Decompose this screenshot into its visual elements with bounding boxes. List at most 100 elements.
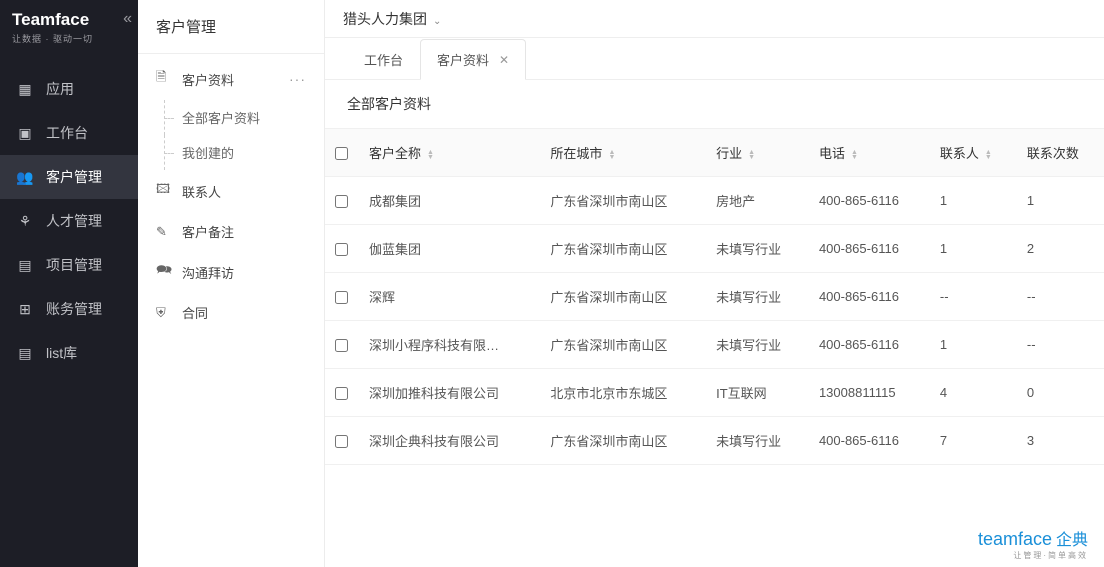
cell-city: 广东省深圳市南山区 — [540, 321, 706, 369]
header-bar: 猎头人力集团⌄ — [325, 0, 1104, 38]
tab-customer-data[interactable]: 客户资料✕ — [420, 39, 526, 80]
cell-count: 0 — [1017, 369, 1104, 417]
cell-count: 2 — [1017, 225, 1104, 273]
tab-bar: 工作台 客户资料✕ — [325, 38, 1104, 80]
col-count[interactable]: 联系次数 — [1017, 129, 1104, 177]
sort-icon: ▲▼ — [608, 150, 615, 160]
cell-contact: 1 — [930, 321, 1017, 369]
left-sidebar: Teamface 让数据 · 驱动一切 « ▦应用 ▣工作台 👥客户管理 ⚘人才… — [0, 0, 138, 567]
subnav-item-customer-data[interactable]: 🗎 客户资料 ··· — [138, 58, 324, 100]
cell-city: 广东省深圳市南山区 — [540, 273, 706, 321]
table-row[interactable]: 深辉广东省深圳市南山区未填写行业400-865-6116---- — [325, 273, 1104, 321]
cell-phone: 400-865-6116 — [809, 225, 930, 273]
cell-contact: 4 — [930, 369, 1017, 417]
row-checkbox[interactable] — [335, 291, 348, 304]
org-selector[interactable]: 猎头人力集团⌄ — [343, 9, 441, 29]
document-icon: 🗎 — [156, 68, 172, 90]
cell-name: 深圳小程序科技有限… — [359, 321, 540, 369]
shield-icon: ⛨ — [156, 305, 172, 321]
table-row[interactable]: 深圳企典科技有限公司广东省深圳市南山区未填写行业400-865-611673 — [325, 417, 1104, 465]
main-nav: ▦应用 ▣工作台 👥客户管理 ⚘人才管理 ▤项目管理 ⊞账务管理 ▤list库 — [0, 53, 138, 567]
cell-name: 深辉 — [359, 273, 540, 321]
list-icon: ▤ — [16, 345, 34, 362]
col-contact[interactable]: 联系人▲▼ — [930, 129, 1017, 177]
nav-item-finance[interactable]: ⊞账务管理 — [0, 287, 138, 331]
cell-industry: IT互联网 — [706, 369, 809, 417]
cell-count: -- — [1017, 273, 1104, 321]
sort-icon: ▲▼ — [985, 150, 992, 160]
close-icon[interactable]: ✕ — [499, 53, 509, 67]
row-checkbox[interactable] — [335, 195, 348, 208]
subnav-item-contracts[interactable]: ⛨合同 — [138, 293, 324, 332]
sidebar-collapse-icon[interactable]: « — [123, 10, 132, 28]
cell-phone: 13008811115 — [809, 369, 930, 417]
finance-icon: ⊞ — [16, 301, 34, 318]
col-industry[interactable]: 行业▲▼ — [706, 129, 809, 177]
row-checkbox[interactable] — [335, 387, 348, 400]
customers-icon: 👥 — [16, 169, 34, 186]
nav-item-customers[interactable]: 👥客户管理 — [0, 155, 138, 199]
cell-phone: 400-865-6116 — [809, 321, 930, 369]
col-name[interactable]: 客户全称▲▼ — [359, 129, 540, 177]
subnav-sub-all-customers[interactable]: 全部客户资料 — [182, 100, 324, 135]
more-icon[interactable]: ··· — [289, 71, 306, 87]
cell-city: 广东省深圳市南山区 — [540, 417, 706, 465]
brand-title: Teamface — [12, 10, 126, 30]
sort-icon: ▲▼ — [748, 150, 755, 160]
nav-item-list[interactable]: ▤list库 — [0, 331, 138, 375]
sub-nav: 客户管理 🗎 客户资料 ··· 全部客户资料 我创建的 🖾联系人 ✎客户备注 🗪… — [138, 0, 325, 567]
cell-industry: 未填写行业 — [706, 225, 809, 273]
cell-name: 成都集团 — [359, 177, 540, 225]
subnav-sub-my-created[interactable]: 我创建的 — [182, 135, 324, 170]
table-row[interactable]: 成都集团广东省深圳市南山区房地产400-865-611611 — [325, 177, 1104, 225]
col-city[interactable]: 所在城市▲▼ — [540, 129, 706, 177]
cell-phone: 400-865-6116 — [809, 177, 930, 225]
cell-name: 深圳加推科技有限公司 — [359, 369, 540, 417]
cell-phone: 400-865-6116 — [809, 417, 930, 465]
cell-count: 3 — [1017, 417, 1104, 465]
cell-contact: 1 — [930, 225, 1017, 273]
content-title: 全部客户资料 — [325, 80, 1104, 128]
table-row[interactable]: 深圳加推科技有限公司北京市北京市东城区IT互联网1300881111540 — [325, 369, 1104, 417]
cell-city: 北京市北京市东城区 — [540, 369, 706, 417]
table-row[interactable]: 深圳小程序科技有限…广东省深圳市南山区未填写行业400-865-61161-- — [325, 321, 1104, 369]
nav-item-projects[interactable]: ▤项目管理 — [0, 243, 138, 287]
row-checkbox[interactable] — [335, 339, 348, 352]
nav-item-talent[interactable]: ⚘人才管理 — [0, 199, 138, 243]
cell-phone: 400-865-6116 — [809, 273, 930, 321]
subnav-item-contacts[interactable]: 🖾联系人 — [138, 170, 324, 212]
brand-logo: Teamface 让数据 · 驱动一切 « — [0, 0, 138, 53]
cell-city: 广东省深圳市南山区 — [540, 177, 706, 225]
cell-contact: -- — [930, 273, 1017, 321]
subnav-title: 客户管理 — [138, 0, 324, 54]
row-checkbox[interactable] — [335, 243, 348, 256]
col-phone[interactable]: 电话▲▼ — [809, 129, 930, 177]
customer-table: 客户全称▲▼ 所在城市▲▼ 行业▲▼ 电话▲▼ 联系人▲▼ 联系次数 成都集团广… — [325, 128, 1104, 465]
cell-contact: 1 — [930, 177, 1017, 225]
cell-name: 深圳企典科技有限公司 — [359, 417, 540, 465]
row-checkbox[interactable] — [335, 435, 348, 448]
cell-industry: 未填写行业 — [706, 321, 809, 369]
table-row[interactable]: 伽蓝集团广东省深圳市南山区未填写行业400-865-611612 — [325, 225, 1104, 273]
nav-item-workbench[interactable]: ▣工作台 — [0, 111, 138, 155]
cell-contact: 7 — [930, 417, 1017, 465]
notes-icon: ✎ — [156, 224, 172, 240]
workbench-icon: ▣ — [16, 125, 34, 142]
sort-icon: ▲▼ — [851, 150, 858, 160]
chat-icon: 🗪 — [156, 261, 172, 283]
sort-icon: ▲▼ — [427, 150, 434, 160]
select-all-checkbox[interactable] — [335, 147, 348, 160]
cell-industry: 房地产 — [706, 177, 809, 225]
cell-name: 伽蓝集团 — [359, 225, 540, 273]
tab-workbench[interactable]: 工作台 — [347, 39, 420, 79]
nav-item-apps[interactable]: ▦应用 — [0, 67, 138, 111]
cell-count: -- — [1017, 321, 1104, 369]
cell-industry: 未填写行业 — [706, 417, 809, 465]
projects-icon: ▤ — [16, 257, 34, 274]
main-area: 猎头人力集团⌄ 工作台 客户资料✕ 全部客户资料 客户全称▲▼ 所在城市▲▼ 行… — [325, 0, 1104, 567]
chevron-down-icon: ⌄ — [433, 16, 441, 27]
subnav-item-notes[interactable]: ✎客户备注 — [138, 212, 324, 251]
cell-count: 1 — [1017, 177, 1104, 225]
subnav-item-visits[interactable]: 🗪沟通拜访 — [138, 251, 324, 293]
cell-industry: 未填写行业 — [706, 273, 809, 321]
